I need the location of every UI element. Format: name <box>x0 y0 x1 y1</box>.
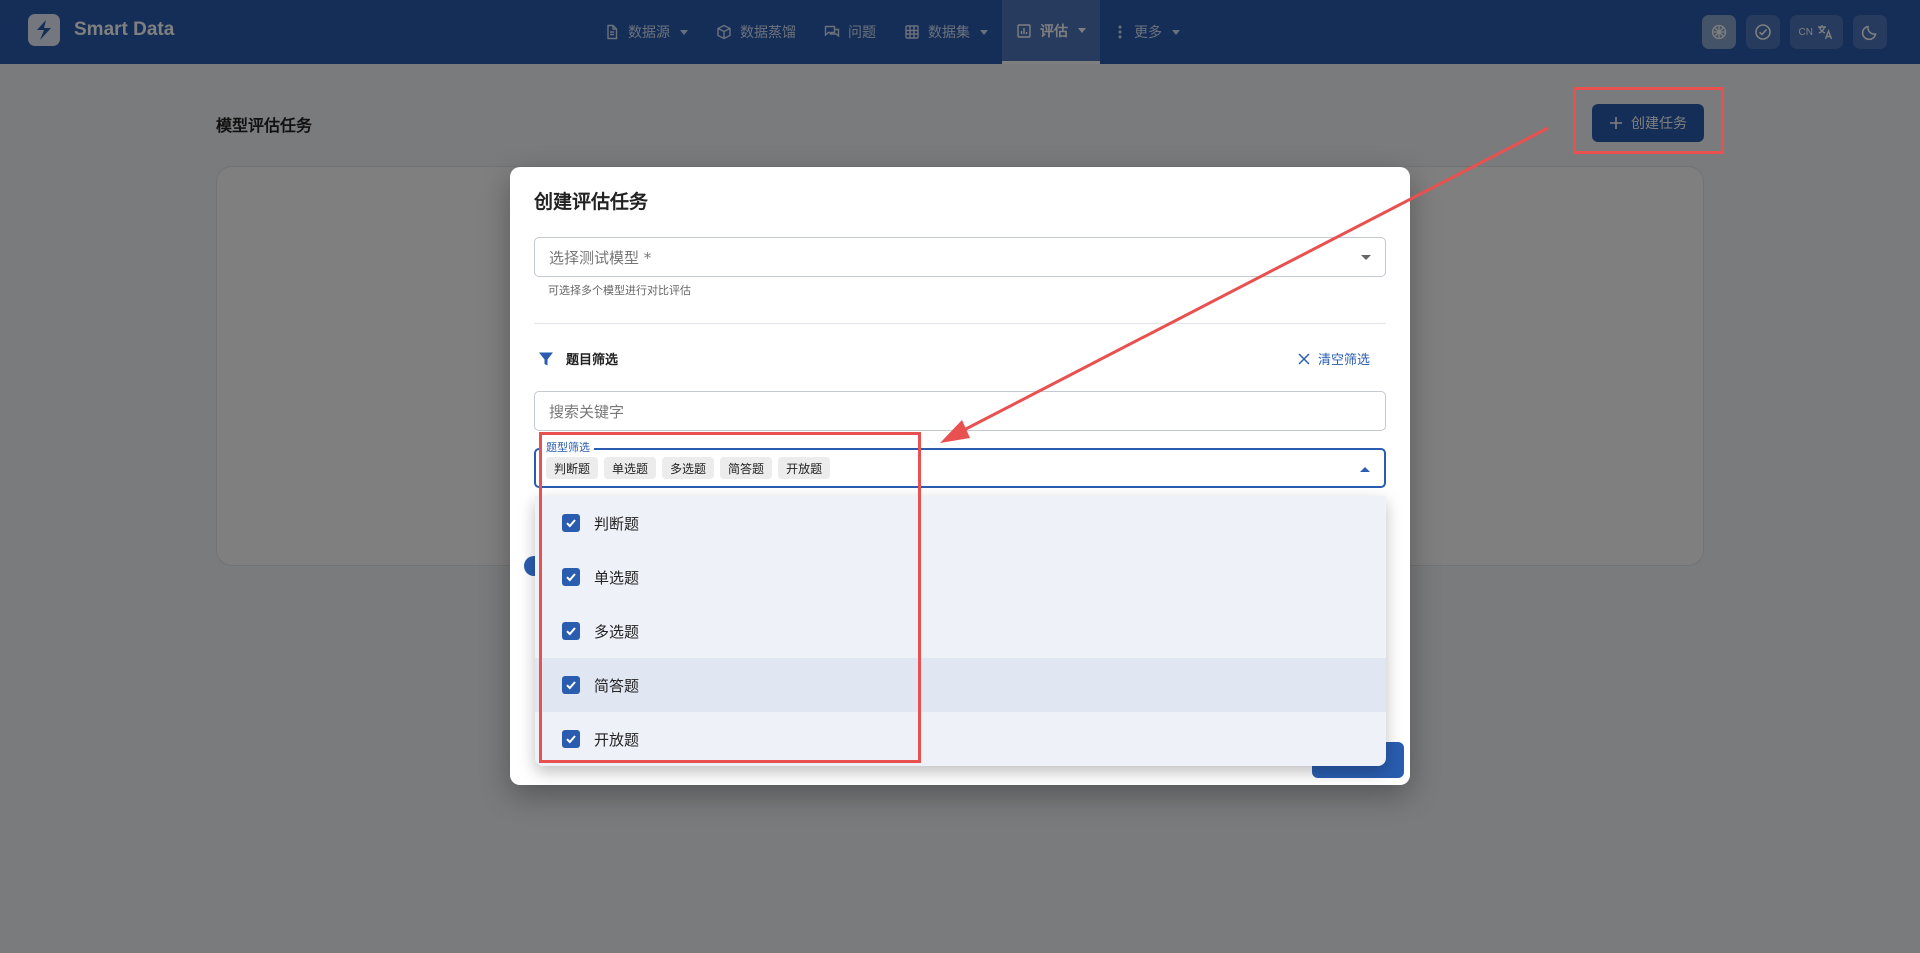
option-open-ended[interactable]: 开放题 <box>535 712 1386 766</box>
clear-filter-button[interactable]: 清空筛选 <box>1298 349 1370 368</box>
option-multiple-choice[interactable]: 多选题 <box>535 604 1386 658</box>
checkbox-checked-icon[interactable] <box>562 568 580 586</box>
filter-heading-label: 题目筛选 <box>566 353 619 368</box>
dropdown-arrow-icon <box>1361 255 1371 260</box>
clear-filter-label: 清空筛选 <box>1317 353 1370 368</box>
checkbox-checked-icon[interactable] <box>562 730 580 748</box>
question-type-dropdown: 判断题 单选题 多选题 简答题 开放题 <box>535 496 1386 766</box>
chip-single-choice[interactable]: 单选题 <box>604 457 657 479</box>
option-label: 多选题 <box>594 622 640 641</box>
option-label: 开放题 <box>594 730 640 749</box>
chip-short-answer[interactable]: 简答题 <box>720 457 773 479</box>
option-true-false[interactable]: 判断题 <box>535 496 1386 550</box>
checkbox-checked-icon[interactable] <box>562 622 580 640</box>
keyword-search-placeholder: 搜索关键字 <box>549 402 625 421</box>
chip-multiple-choice[interactable]: 多选题 <box>662 457 715 479</box>
modal-title: 创建评估任务 <box>534 191 649 213</box>
chip-true-false[interactable]: 判断题 <box>546 457 599 479</box>
modal-backdrop-top <box>0 0 1920 64</box>
option-label: 单选题 <box>594 568 640 587</box>
keyword-search-input[interactable]: 搜索关键字 <box>534 391 1386 431</box>
divider <box>534 323 1386 324</box>
dropdown-arrow-up-icon <box>1360 467 1370 472</box>
option-label: 判断题 <box>594 514 640 533</box>
question-type-label: 题型筛选 <box>542 439 594 455</box>
close-icon <box>1298 352 1310 365</box>
question-filter-heading: 题目筛选 <box>538 349 618 368</box>
model-select[interactable]: 选择测试模型 * <box>534 237 1386 277</box>
filter-icon <box>539 352 553 365</box>
model-select-helper: 可选择多个模型进行对比评估 <box>548 284 691 297</box>
option-single-choice[interactable]: 单选题 <box>535 550 1386 604</box>
checkbox-checked-icon[interactable] <box>562 514 580 532</box>
option-short-answer[interactable]: 简答题 <box>535 658 1386 712</box>
checkbox-checked-icon[interactable] <box>562 676 580 694</box>
chip-open-ended[interactable]: 开放题 <box>778 457 831 479</box>
model-select-placeholder: 选择测试模型 * <box>549 248 652 267</box>
option-label: 简答题 <box>594 676 640 695</box>
question-type-select[interactable]: 判断题 单选题 多选题 简答题 开放题 <box>534 448 1386 488</box>
